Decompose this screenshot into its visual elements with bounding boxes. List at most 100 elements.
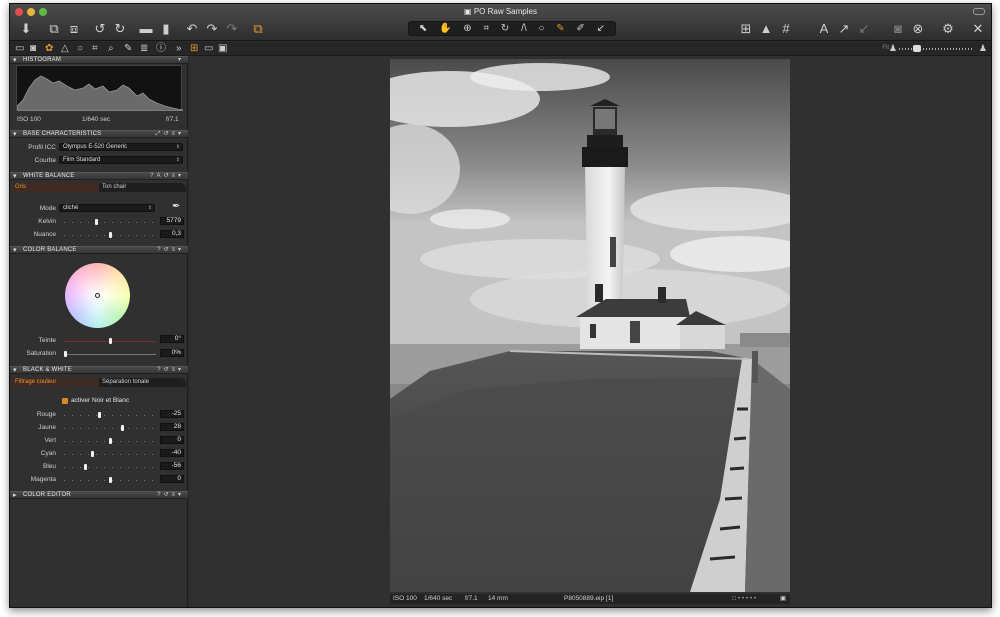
- slider-knob[interactable]: [108, 438, 112, 444]
- color-tag-icon[interactable]: ▣: [780, 594, 786, 604]
- color-editor-header[interactable]: ▸ COLOR EDITOR ?↺≡▾: [10, 491, 188, 499]
- section-controls-icon[interactable]: ?↺≡▾: [157, 247, 184, 254]
- bw-value[interactable]: -25: [160, 410, 184, 418]
- zoom-slider[interactable]: [899, 48, 973, 50]
- lens-tab-icon[interactable]: ○: [77, 43, 83, 55]
- eraser-icon[interactable]: ✐: [576, 23, 584, 34]
- rotate-left-icon[interactable]: ↺: [91, 19, 109, 37]
- crop-icon[interactable]: ⌗: [483, 23, 489, 34]
- bw-slider[interactable]: [64, 477, 156, 483]
- collapse-triangle-icon[interactable]: ▾: [13, 56, 17, 64]
- multi-view-icon[interactable]: ⊞: [190, 43, 198, 55]
- section-controls-icon[interactable]: ?↺≡▾: [157, 367, 184, 374]
- bw-value[interactable]: 28: [160, 423, 184, 431]
- collapse-triangle-icon[interactable]: ▾: [13, 130, 17, 138]
- tab-separation-tonale[interactable]: Séparation tonale: [99, 378, 186, 387]
- slider-knob[interactable]: [97, 412, 101, 418]
- brush-icon[interactable]: ✎: [556, 23, 564, 34]
- enable-bw-checkbox[interactable]: [62, 398, 68, 404]
- saturation-value[interactable]: 0%: [160, 349, 184, 357]
- process-icon[interactable]: ⧉: [249, 19, 267, 37]
- slider-knob[interactable]: [120, 425, 124, 431]
- nuance-slider[interactable]: [64, 232, 156, 238]
- arrow-up-icon[interactable]: ↗: [835, 19, 853, 37]
- focus-tab-icon[interactable]: ⌕: [108, 43, 114, 55]
- menu-arrow-icon[interactable]: ▾: [178, 57, 184, 64]
- kelvin-value[interactable]: 5779: [160, 217, 184, 225]
- section-controls-icon[interactable]: ?↺≡▾: [157, 492, 184, 499]
- wb-mode-select[interactable]: cliché ⇕: [59, 204, 155, 212]
- text-icon[interactable]: A: [815, 19, 833, 37]
- bw-value[interactable]: -40: [160, 449, 184, 457]
- grid-icon[interactable]: ⊞: [737, 19, 755, 37]
- bw-slider[interactable]: [64, 412, 156, 418]
- color-balance-header[interactable]: ▾ COLOR BALANCE ?↺≡▾: [10, 246, 188, 254]
- zoom-slider-knob[interactable]: [913, 45, 921, 52]
- base-characteristics-header[interactable]: ▾ BASE CHARACTERISTICS ⤢↺≡▾: [10, 130, 188, 138]
- bw-value[interactable]: 0: [160, 436, 184, 444]
- slider-knob[interactable]: [108, 232, 112, 238]
- section-controls-icon[interactable]: ⤢↺≡▾: [156, 131, 184, 138]
- color-wheel-handle[interactable]: [95, 293, 100, 298]
- redo-icon[interactable]: ↷: [203, 19, 221, 37]
- bw-slider[interactable]: [64, 425, 156, 431]
- rating-dots-icon[interactable]: □ • • • • •: [732, 594, 756, 604]
- trash-icon[interactable]: ▮: [157, 19, 175, 37]
- slider-knob[interactable]: [108, 338, 112, 344]
- detail-tab-icon[interactable]: ✎: [124, 43, 132, 55]
- kelvin-slider[interactable]: [64, 219, 156, 225]
- tab-gris[interactable]: Gris: [12, 183, 99, 192]
- expand-triangle-icon[interactable]: ▸: [13, 491, 17, 499]
- settings-icon[interactable]: ⚙: [939, 19, 957, 37]
- slider-knob[interactable]: [95, 219, 99, 225]
- teinte-slider[interactable]: [64, 338, 156, 344]
- compare-view-icon[interactable]: ▣: [218, 43, 227, 55]
- capture-pilot-icon[interactable]: ⧈: [65, 19, 83, 37]
- rotate-tool-icon[interactable]: ↻: [501, 23, 509, 34]
- more-tabs-icon[interactable]: »: [176, 43, 182, 55]
- folder-icon[interactable]: ▭: [15, 43, 24, 55]
- icc-profile-select[interactable]: Olympus E-520 Generic ⇕: [59, 143, 183, 151]
- exposure-tab-icon[interactable]: △: [61, 43, 69, 55]
- slider-knob[interactable]: [64, 351, 67, 357]
- camera-tab-icon[interactable]: ◙: [30, 43, 36, 55]
- arrow-down-icon[interactable]: ↙: [855, 19, 873, 37]
- new-folder-icon[interactable]: ▬: [137, 19, 155, 37]
- single-view-icon[interactable]: ▭: [204, 43, 213, 55]
- crop-tab-icon[interactable]: ⌗: [92, 43, 98, 55]
- curve-select[interactable]: Film Standard ⇕: [59, 156, 183, 164]
- histogram-header[interactable]: ▾ HISTOGRAM ▾: [10, 56, 188, 64]
- bw-value[interactable]: -56: [160, 462, 184, 470]
- metadata-tab-icon[interactable]: ≣: [140, 43, 148, 55]
- camera-icon[interactable]: ◙: [889, 19, 907, 37]
- select-icon[interactable]: ⬉: [419, 23, 427, 34]
- color-tab-icon[interactable]: ✿: [45, 43, 53, 55]
- info-tab-icon[interactable]: ⓘ: [156, 43, 166, 55]
- slider-knob[interactable]: [108, 477, 112, 483]
- section-controls-icon[interactable]: ?A↺≡▾: [150, 173, 184, 180]
- zoom-icon[interactable]: ⊕: [463, 23, 471, 34]
- cancel-icon[interactable]: ⊗: [909, 19, 927, 37]
- exposure-warning-icon[interactable]: ▲: [757, 19, 775, 37]
- picker-icon[interactable]: ↙: [597, 23, 605, 34]
- import-icon[interactable]: ⬇: [17, 19, 35, 37]
- rotate-right-icon[interactable]: ↻: [111, 19, 129, 37]
- keystone-icon[interactable]: /\: [521, 23, 527, 34]
- tab-filtrage-couleur[interactable]: Filtrage couleur: [12, 378, 99, 387]
- pan-icon[interactable]: ✋: [439, 23, 451, 34]
- tab-ton-chair[interactable]: Ton chair: [99, 183, 186, 192]
- nuance-value[interactable]: 0,3: [160, 230, 184, 238]
- white-balance-header[interactable]: ▾ WHITE BALANCE ?A↺≡▾: [10, 172, 188, 180]
- bw-slider[interactable]: [64, 438, 156, 444]
- saturation-slider[interactable]: [64, 351, 156, 357]
- bw-value[interactable]: 0: [160, 475, 184, 483]
- slider-knob[interactable]: [90, 451, 94, 457]
- photo-preview[interactable]: [390, 59, 790, 592]
- collapse-triangle-icon[interactable]: ▾: [13, 246, 17, 254]
- slider-knob[interactable]: [83, 464, 87, 470]
- bw-slider[interactable]: [64, 464, 156, 470]
- grid-lines-icon[interactable]: #: [777, 19, 795, 37]
- collapse-triangle-icon[interactable]: ▾: [13, 172, 17, 180]
- bw-slider[interactable]: [64, 451, 156, 457]
- spot-icon[interactable]: ○: [538, 23, 544, 34]
